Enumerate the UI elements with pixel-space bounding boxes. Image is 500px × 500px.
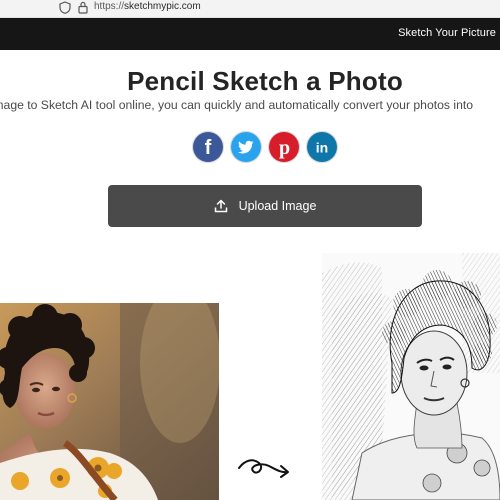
linkedin-share-button[interactable]: in — [306, 131, 338, 163]
upload-button-label: Upload Image — [238, 199, 317, 213]
pinterest-share-button[interactable]: p — [268, 131, 300, 163]
facebook-share-button[interactable]: f — [192, 131, 224, 163]
arrow-icon — [238, 459, 289, 478]
upload-icon — [214, 199, 227, 213]
page-title: Pencil Sketch a Photo — [127, 66, 403, 96]
site-header: Sketch Your Picture — [0, 18, 500, 50]
svg-text:f: f — [205, 137, 212, 159]
svg-text:p: p — [279, 137, 290, 159]
sketch-photo — [322, 253, 500, 500]
url-host: sketchmypic.com — [124, 1, 201, 12]
original-photo — [0, 303, 219, 500]
shield-icon[interactable] — [59, 1, 71, 14]
pinterest-icon: p — [269, 132, 299, 162]
upload-image-button[interactable]: Upload Image — [108, 185, 422, 227]
browser-address-bar[interactable]: https://sketchmypic.com — [0, 0, 500, 18]
svg-text:in: in — [316, 140, 328, 156]
twitter-share-button[interactable] — [230, 131, 262, 163]
linkedin-icon: in — [307, 132, 337, 162]
twitter-icon — [231, 132, 261, 162]
lock-icon[interactable] — [78, 1, 88, 14]
page-subtitle: Image to Sketch AI tool online, you can … — [0, 98, 474, 112]
nav-link-sketch-your-picture[interactable]: Sketch Your Picture — [398, 27, 496, 39]
facebook-icon: f — [193, 132, 223, 162]
url-text[interactable]: https://sketchmypic.com — [94, 1, 201, 12]
url-scheme: https:// — [94, 1, 125, 12]
